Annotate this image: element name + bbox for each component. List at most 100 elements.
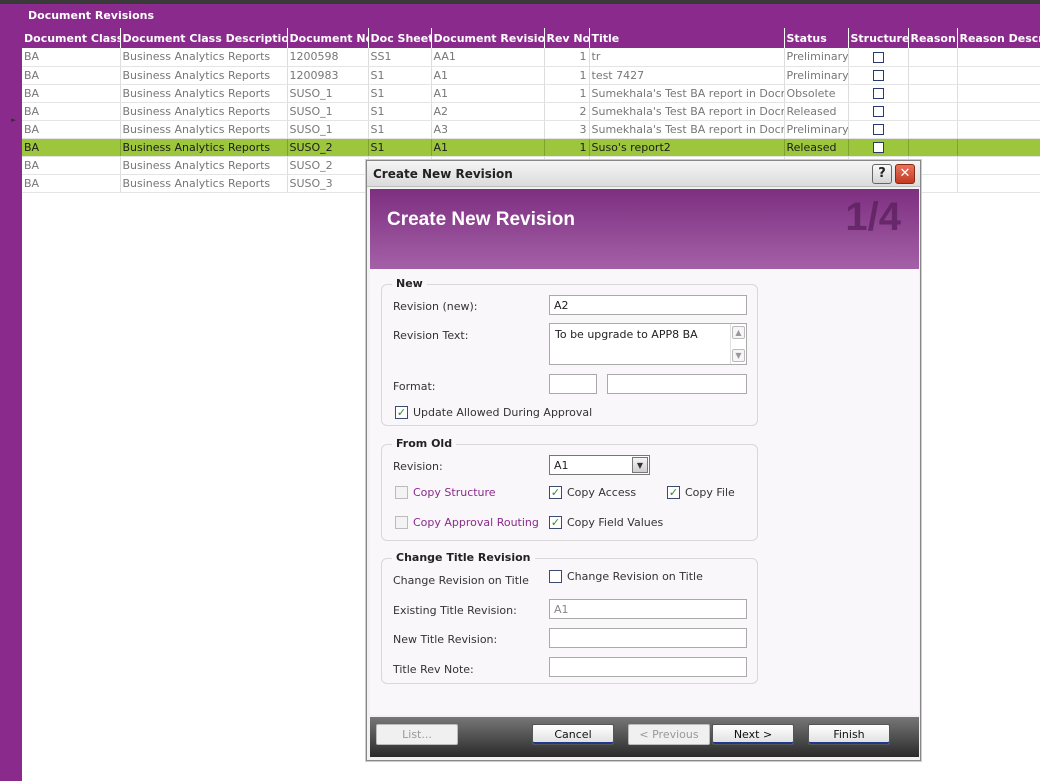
cell-title[interactable]: Sumekhala's Test BA report in Docman — [589, 84, 785, 103]
scroll-up-icon[interactable]: ▲ — [732, 326, 745, 339]
copy-field-values-checkbox[interactable]: ✓ — [549, 516, 562, 529]
close-icon[interactable]: ✕ — [895, 164, 915, 184]
cell-reason[interactable] — [908, 66, 958, 85]
table-row[interactable]: BA Business Analytics Reports SUSO_1 S1 A2 2 S… — [22, 102, 1040, 121]
cell-status[interactable]: Released — [784, 138, 849, 157]
cell-reason[interactable] — [908, 120, 958, 139]
revision-new-input[interactable]: A2 — [549, 295, 747, 315]
help-icon[interactable]: ? — [872, 164, 892, 184]
cell-document-revision[interactable]: AA1 — [431, 48, 545, 67]
cell-rev-no[interactable]: 1 — [544, 66, 590, 85]
cell-doc-sheet[interactable]: S1 — [368, 102, 432, 121]
cell-document-class[interactable]: BA — [22, 48, 121, 67]
cell-reason-description[interactable] — [957, 138, 1040, 157]
cell-rev-no[interactable]: 1 — [544, 84, 590, 103]
col-header-document-class-description[interactable]: Document Class Description — [120, 28, 288, 48]
col-header-structure[interactable]: Structure — [848, 28, 909, 48]
old-revision-select[interactable]: A1 ▼ — [549, 455, 650, 475]
cell-status[interactable]: Preliminary — [784, 48, 849, 67]
structure-checkbox[interactable] — [872, 106, 884, 117]
table-row[interactable]: BA Business Analytics Reports SUSO_2 S1 A1 1 S… — [22, 138, 1040, 157]
previous-button[interactable]: < Previous — [628, 724, 710, 745]
cell-document-no[interactable]: SUSO_1 — [287, 102, 369, 121]
cell-doc-sheet[interactable]: S1 — [368, 120, 432, 139]
cell-reason-description[interactable] — [957, 66, 1040, 85]
cell-document-class-description[interactable]: Business Analytics Reports — [120, 174, 288, 193]
format-input-2[interactable] — [607, 374, 747, 394]
cell-title[interactable]: Sumekhala's Test BA report in Docman — [589, 102, 785, 121]
cell-reason-description[interactable] — [957, 156, 1040, 175]
update-allowed-checkbox[interactable]: ✓ — [395, 406, 408, 419]
cell-title[interactable]: tr — [589, 48, 785, 67]
structure-checkbox[interactable] — [872, 70, 884, 81]
cell-rev-no[interactable]: 2 — [544, 102, 590, 121]
cell-reason[interactable] — [908, 48, 958, 67]
col-header-document-class[interactable]: Document Class — [22, 28, 121, 48]
existing-title-revision-input[interactable]: A1 — [549, 599, 747, 619]
list-button[interactable]: List... — [376, 724, 458, 745]
cell-structure[interactable] — [848, 48, 909, 67]
cell-document-revision[interactable]: A3 — [431, 120, 545, 139]
cell-reason[interactable] — [908, 102, 958, 121]
cell-reason-description[interactable] — [957, 84, 1040, 103]
cell-doc-sheet[interactable]: S1 — [368, 66, 432, 85]
revision-text-input[interactable]: To be upgrade to APP8 BA ▲ ▼ — [549, 323, 747, 365]
cell-reason-description[interactable] — [957, 48, 1040, 67]
cell-document-class-description[interactable]: Business Analytics Reports — [120, 48, 288, 67]
col-header-rev-no[interactable]: Rev No — [544, 28, 590, 48]
col-header-title[interactable]: Title — [589, 28, 785, 48]
col-header-document-no[interactable]: Document No — [287, 28, 369, 48]
cell-rev-no[interactable]: 1 — [544, 138, 590, 157]
cell-reason-description[interactable] — [957, 102, 1040, 121]
cell-rev-no[interactable]: 3 — [544, 120, 590, 139]
cell-reason-description[interactable] — [957, 120, 1040, 139]
scroll-down-icon[interactable]: ▼ — [732, 349, 745, 362]
copy-access-checkbox[interactable]: ✓ — [549, 486, 562, 499]
cell-structure[interactable] — [848, 84, 909, 103]
cell-doc-sheet[interactable]: S1 — [368, 138, 432, 157]
cell-document-class-description[interactable]: Business Analytics Reports — [120, 102, 288, 121]
cell-title[interactable]: Suso's report2 — [589, 138, 785, 157]
cell-status[interactable]: Obsolete — [784, 84, 849, 103]
cell-reason-description[interactable] — [957, 174, 1040, 193]
cell-document-class[interactable]: BA — [22, 66, 121, 85]
cell-document-class-description[interactable]: Business Analytics Reports — [120, 84, 288, 103]
cell-status[interactable]: Preliminary — [784, 120, 849, 139]
cell-document-no[interactable]: SUSO_2 — [287, 138, 369, 157]
col-header-doc-sheet[interactable]: Doc Sheet — [368, 28, 432, 48]
cancel-button[interactable]: Cancel — [532, 724, 614, 745]
cell-document-revision[interactable]: A2 — [431, 102, 545, 121]
cell-document-class[interactable]: BA — [22, 120, 121, 139]
cell-document-class[interactable]: BA — [22, 84, 121, 103]
copy-file-checkbox[interactable]: ✓ — [667, 486, 680, 499]
cell-structure[interactable] — [848, 120, 909, 139]
structure-checkbox[interactable] — [872, 51, 884, 63]
col-header-document-revision[interactable]: Document Revision — [431, 28, 545, 48]
chevron-down-icon[interactable]: ▼ — [632, 457, 648, 473]
cell-document-no[interactable]: SUSO_2 — [287, 156, 369, 175]
next-button[interactable]: Next > — [712, 724, 794, 745]
dialog-titlebar[interactable]: Create New Revision ? ✕ — [367, 161, 920, 187]
cell-document-no[interactable]: 1200598 — [287, 48, 369, 67]
cell-reason[interactable] — [908, 138, 958, 157]
cell-document-revision[interactable]: A1 — [431, 66, 545, 85]
cell-rev-no[interactable]: 1 — [544, 48, 590, 67]
new-title-revision-input[interactable] — [549, 628, 747, 648]
structure-checkbox[interactable] — [872, 142, 884, 153]
cell-document-class[interactable]: BA — [22, 156, 121, 175]
cell-document-no[interactable]: 1200983 — [287, 66, 369, 85]
cell-document-no[interactable]: SUSO_3 — [287, 174, 369, 193]
cell-status[interactable]: Preliminary — [784, 66, 849, 85]
cell-structure[interactable] — [848, 66, 909, 85]
finish-button[interactable]: Finish — [808, 724, 890, 745]
cell-document-class[interactable]: BA — [22, 102, 121, 121]
change-revision-on-title-checkbox[interactable] — [549, 570, 562, 583]
table-row[interactable]: BA Business Analytics Reports SUSO_1 S1 A1 1 S… — [22, 84, 1040, 103]
table-row[interactable]: BA Business Analytics Reports 1200983 S1 A1 1… — [22, 66, 1040, 85]
cell-document-class[interactable]: BA — [22, 174, 121, 193]
cell-status[interactable]: Released — [784, 102, 849, 121]
cell-document-class-description[interactable]: Business Analytics Reports — [120, 120, 288, 139]
cell-title[interactable]: test 7427 — [589, 66, 785, 85]
cell-document-class-description[interactable]: Business Analytics Reports — [120, 66, 288, 85]
col-header-status[interactable]: Status — [784, 28, 849, 48]
